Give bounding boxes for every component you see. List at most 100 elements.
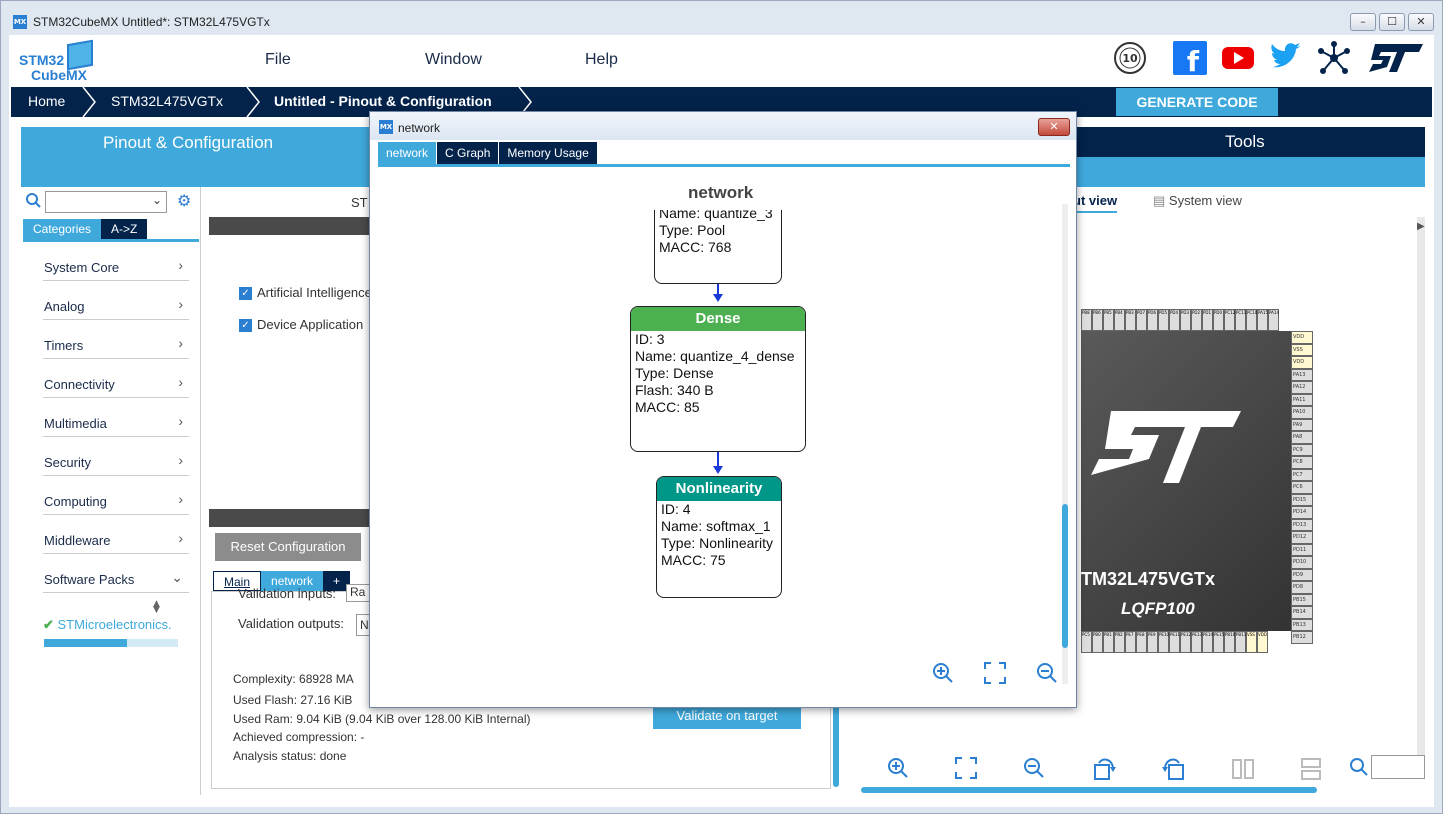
mcu-pin[interactable]: PD11 bbox=[1291, 543, 1313, 556]
mcu-pin[interactable]: PD0 bbox=[1213, 309, 1224, 331]
tab-system-view[interactable]: ▤ System view bbox=[1153, 193, 1242, 209]
mcu-pin[interactable]: PE9 bbox=[1147, 631, 1158, 653]
mcu-pin[interactable]: PE8 bbox=[1136, 631, 1147, 653]
mcu-pin[interactable]: PD1 bbox=[1202, 309, 1213, 331]
category-timers[interactable]: Timers › bbox=[43, 335, 189, 359]
mcu-chip[interactable]: PB8 PB6 PB5 PB4 PB3 PD7 PD6 PD5 PD4 PD3 PD2 PD1 PD0 P… bbox=[1081, 309, 1313, 653]
zoom-in-icon[interactable] bbox=[932, 662, 954, 684]
anniversary-badge-icon[interactable]: 10 bbox=[1113, 41, 1147, 75]
tab-network-graph[interactable]: network bbox=[378, 142, 437, 164]
mcu-pin[interactable]: PC6 bbox=[1291, 481, 1313, 494]
fit-screen-icon[interactable] bbox=[955, 757, 977, 779]
mcu-pin[interactable]: PD12 bbox=[1291, 531, 1313, 544]
mcu-pin[interactable]: PD13 bbox=[1291, 518, 1313, 531]
mcu-pin[interactable]: VDD bbox=[1291, 331, 1313, 344]
mcu-pin[interactable]: PB14 bbox=[1291, 606, 1313, 619]
mcu-pin[interactable]: PB6 bbox=[1092, 309, 1103, 331]
mcu-pin[interactable]: PA10 bbox=[1291, 406, 1313, 419]
search-icon[interactable] bbox=[25, 192, 41, 210]
tab-categories[interactable]: Categories bbox=[23, 219, 102, 239]
mcu-pin[interactable]: PD9 bbox=[1291, 568, 1313, 581]
pin-search-input[interactable] bbox=[1371, 755, 1425, 779]
st-logo-icon[interactable] bbox=[1365, 41, 1425, 75]
mcu-pin[interactable]: VDD bbox=[1291, 356, 1313, 369]
reset-configuration-button[interactable]: Reset Configuration bbox=[215, 533, 361, 561]
mcu-pin[interactable]: PB13 bbox=[1291, 618, 1313, 631]
category-software-packs[interactable]: Software Packs ⌄ bbox=[43, 569, 189, 593]
mcu-pin[interactable]: PD4 bbox=[1169, 309, 1180, 331]
generate-code-button[interactable]: GENERATE CODE bbox=[1116, 88, 1278, 116]
checkbox-device-application[interactable]: ✓ Device Application bbox=[239, 317, 363, 333]
mcu-pin[interactable]: PD14 bbox=[1291, 506, 1313, 519]
mcu-pin[interactable]: PB0 bbox=[1092, 631, 1103, 653]
mcu-pin[interactable]: PB11 bbox=[1235, 631, 1246, 653]
rotate-left-icon[interactable] bbox=[1161, 757, 1185, 781]
mcu-pin[interactable]: PB15 bbox=[1291, 593, 1313, 606]
category-computing[interactable]: Computing › bbox=[43, 491, 189, 515]
twitter-icon[interactable] bbox=[1269, 41, 1303, 75]
network-icon[interactable] bbox=[1317, 41, 1351, 75]
tab-memory-usage[interactable]: Memory Usage bbox=[499, 142, 597, 164]
mcu-pin[interactable]: PA15 bbox=[1257, 309, 1268, 331]
menu-file[interactable]: File bbox=[265, 51, 291, 69]
mcu-pin[interactable]: PB8 bbox=[1081, 309, 1092, 331]
mcu-pin[interactable]: PC9 bbox=[1291, 443, 1313, 456]
category-system-core[interactable]: System Core › bbox=[43, 257, 189, 281]
mcu-pin[interactable]: VDD bbox=[1257, 631, 1268, 653]
vendor-stmicroelectronics[interactable]: ✔ STMicroelectronics. bbox=[43, 617, 172, 633]
search-input[interactable]: ⌄ bbox=[45, 191, 167, 213]
breadcrumb-device[interactable]: STM32L475VGTx bbox=[111, 93, 223, 109]
chevron-down-icon[interactable]: ⌄ bbox=[152, 193, 162, 207]
mcu-pin[interactable]: PA13 bbox=[1291, 368, 1313, 381]
mcu-pin[interactable]: PD7 bbox=[1136, 309, 1147, 331]
sort-icon[interactable]: ▲ ▼ bbox=[153, 600, 160, 615]
fit-screen-icon[interactable] bbox=[984, 662, 1006, 684]
mcu-pin[interactable]: PA14 bbox=[1268, 309, 1279, 331]
mcu-pin[interactable]: PD2 bbox=[1191, 309, 1202, 331]
graph-node-pool[interactable]: Name: quantize_3 Type: Pool MACC: 768 bbox=[654, 210, 782, 284]
menu-help[interactable]: Help bbox=[585, 51, 618, 69]
mcu-pin[interactable]: PC5 bbox=[1081, 631, 1092, 653]
mcu-pin[interactable]: PA8 bbox=[1291, 431, 1313, 444]
mcu-pin[interactable]: PD6 bbox=[1147, 309, 1158, 331]
mcu-pin[interactable]: PD10 bbox=[1291, 556, 1313, 569]
category-middleware[interactable]: Middleware › bbox=[43, 530, 189, 554]
mcu-pin[interactable]: PB5 bbox=[1103, 309, 1114, 331]
mcu-pin[interactable]: PE13 bbox=[1191, 631, 1202, 653]
mcu-pin[interactable]: PB3 bbox=[1125, 309, 1136, 331]
graph-scroll-thumb[interactable] bbox=[1062, 504, 1068, 648]
maximize-button[interactable]: ☐ bbox=[1379, 13, 1405, 31]
category-connectivity[interactable]: Connectivity › bbox=[43, 374, 189, 398]
tab-a-z[interactable]: A->Z bbox=[101, 219, 148, 239]
breadcrumb-current[interactable]: Untitled - Pinout & Configuration bbox=[274, 93, 492, 109]
mcu-pin[interactable]: PB4 bbox=[1114, 309, 1125, 331]
mcu-pin[interactable]: PE7 bbox=[1125, 631, 1136, 653]
mcu-pin[interactable]: PA9 bbox=[1291, 418, 1313, 431]
mcu-pin[interactable]: PB10 bbox=[1224, 631, 1235, 653]
flip-horizontal-icon[interactable] bbox=[1299, 757, 1323, 781]
mcu-pin[interactable]: PE11 bbox=[1169, 631, 1180, 653]
mcu-pin[interactable]: PD8 bbox=[1291, 581, 1313, 594]
mcu-pin[interactable]: PB1 bbox=[1103, 631, 1114, 653]
mcu-pin[interactable]: PC12 bbox=[1224, 309, 1235, 331]
checkbox-artificial-intelligence[interactable]: ✓ Artificial Intelligence bbox=[239, 285, 372, 301]
mcu-pin[interactable]: PE10 bbox=[1158, 631, 1169, 653]
mcu-pin[interactable]: PA11 bbox=[1291, 393, 1313, 406]
category-security[interactable]: Security › bbox=[43, 452, 189, 476]
mcu-pin[interactable]: PC8 bbox=[1291, 456, 1313, 469]
tab-c-graph[interactable]: C Graph bbox=[437, 142, 499, 164]
rotate-right-icon[interactable] bbox=[1093, 757, 1117, 781]
mcu-pin[interactable]: PC10 bbox=[1246, 309, 1257, 331]
mcu-pin[interactable]: PA12 bbox=[1291, 381, 1313, 394]
mcu-pin[interactable]: PC7 bbox=[1291, 468, 1313, 481]
mcu-pin[interactable]: PD5 bbox=[1158, 309, 1169, 331]
mcu-pin[interactable]: VSS bbox=[1246, 631, 1257, 653]
mcu-pin[interactable]: PE12 bbox=[1180, 631, 1191, 653]
minimize-button[interactable]: – bbox=[1350, 13, 1376, 31]
category-multimedia[interactable]: Multimedia › bbox=[43, 413, 189, 437]
mcu-pin[interactable]: PD15 bbox=[1291, 493, 1313, 506]
zoom-in-icon[interactable] bbox=[887, 757, 909, 779]
menu-window[interactable]: Window bbox=[425, 51, 482, 69]
gear-icon[interactable]: ⚙ bbox=[177, 191, 191, 210]
facebook-icon[interactable]: f bbox=[1173, 41, 1207, 75]
